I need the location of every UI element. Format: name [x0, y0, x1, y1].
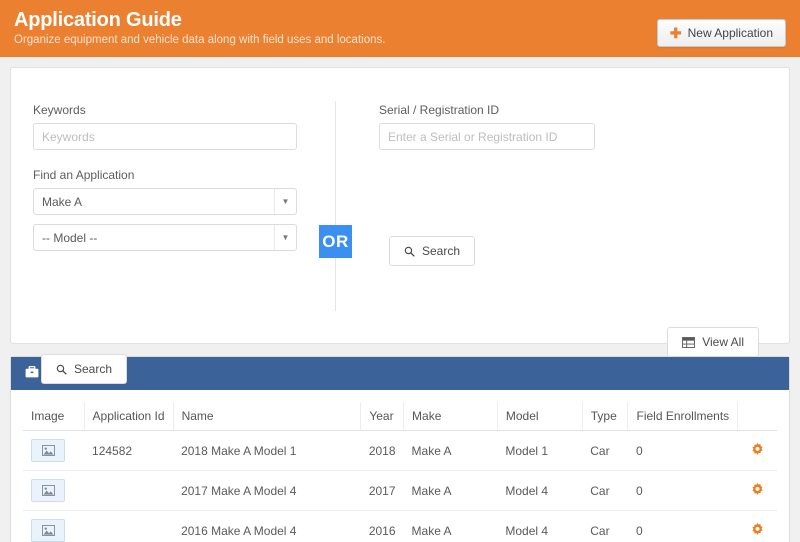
- keywords-input[interactable]: [33, 123, 297, 150]
- keywords-label: Keywords: [33, 103, 86, 117]
- image-placeholder-icon[interactable]: [31, 479, 65, 502]
- keyword-search-label: Search: [74, 362, 113, 376]
- view-all-label: View All: [702, 335, 744, 349]
- applications-panel-header: Applications: [11, 357, 789, 390]
- serial-search-label: Search: [422, 244, 461, 258]
- search-panel: Keywords Find an Application Make A ▼ --…: [10, 67, 790, 384]
- column-header-make[interactable]: Make: [403, 402, 498, 431]
- image-placeholder-icon[interactable]: [31, 439, 65, 462]
- applications-panel: Applications Image Application Id Name Y…: [10, 356, 790, 542]
- model-select[interactable]: -- Model -- ▼: [33, 224, 297, 251]
- table-header-row: Image Application Id Name Year Make Mode…: [23, 402, 777, 431]
- new-application-button[interactable]: ✚ New Application: [656, 19, 786, 47]
- plus-icon: ✚: [669, 25, 682, 41]
- column-header-type[interactable]: Type: [582, 402, 629, 431]
- cell-make: Make A: [403, 510, 498, 542]
- cell-name: 2016 Make A Model 4: [173, 510, 361, 542]
- applications-table: Image Application Id Name Year Make Mode…: [23, 402, 777, 542]
- column-header-actions: [737, 402, 777, 431]
- cell-type: Car: [582, 510, 628, 542]
- search-icon: [56, 364, 67, 375]
- cell-field-enrollments[interactable]: 0: [627, 470, 738, 511]
- cell-model: Model 1: [497, 430, 583, 471]
- serial-input[interactable]: [379, 123, 595, 150]
- cell-field-enrollments[interactable]: 0: [627, 430, 738, 471]
- column-header-field-enrollments[interactable]: Field Enrollments: [627, 402, 739, 431]
- or-badge: OR: [319, 225, 352, 258]
- cell-application-id: [84, 470, 174, 511]
- cell-model: Model 4: [497, 510, 583, 542]
- column-header-application-id[interactable]: Application Id: [84, 402, 174, 431]
- column-header-image[interactable]: Image: [23, 402, 85, 431]
- table-row[interactable]: 2016 Make A Model 4 2016 Make A Model 4 …: [23, 510, 777, 542]
- image-placeholder-icon[interactable]: [31, 519, 65, 542]
- model-select-value: -- Model --: [42, 230, 98, 245]
- cell-application-id: [84, 510, 174, 542]
- table-row[interactable]: 2017 Make A Model 4 2017 Make A Model 4 …: [23, 470, 777, 511]
- column-header-model[interactable]: Model: [497, 402, 583, 431]
- search-left-column: Keywords Find an Application Make A ▼ --…: [33, 103, 297, 260]
- gear-icon[interactable]: [750, 442, 765, 460]
- app-header: Application Guide Organize equipment and…: [0, 0, 800, 57]
- cell-name: 2017 Make A Model 4: [173, 470, 361, 511]
- make-select-value: Make A: [42, 194, 83, 209]
- cell-type: Car: [582, 470, 628, 511]
- serial-label: Serial / Registration ID: [379, 103, 500, 117]
- keyword-search-button[interactable]: Search: [41, 354, 128, 384]
- chevron-down-icon: ▼: [274, 189, 296, 214]
- find-application-label: Find an Application: [33, 168, 135, 182]
- cell-make: Make A: [403, 470, 498, 511]
- new-application-label: New Application: [687, 26, 773, 40]
- applications-table-head: Image Application Id Name Year Make Mode…: [23, 402, 777, 431]
- applications-table-container: Image Application Id Name Year Make Mode…: [11, 390, 789, 542]
- cell-image: [23, 470, 85, 511]
- gear-icon[interactable]: [750, 522, 765, 540]
- cell-model: Model 4: [497, 470, 583, 511]
- column-header-year[interactable]: Year: [360, 402, 405, 431]
- chevron-down-icon: ▼: [274, 225, 296, 250]
- column-header-name[interactable]: Name: [173, 402, 362, 431]
- cell-year: 2016: [360, 510, 404, 542]
- search-right-column: Serial / Registration ID: [379, 103, 595, 150]
- view-all-button[interactable]: View All: [667, 327, 759, 357]
- search-icon: [404, 246, 415, 257]
- cell-actions: [737, 430, 777, 471]
- cell-year: 2018: [360, 430, 404, 471]
- serial-search-button[interactable]: Search: [389, 236, 476, 266]
- briefcase-icon: [25, 366, 39, 381]
- cell-type: Car: [582, 430, 628, 471]
- cell-application-id: 124582: [84, 430, 174, 471]
- cell-field-enrollments[interactable]: 0: [627, 510, 738, 542]
- table-icon: [682, 336, 696, 348]
- or-divider: [335, 101, 336, 311]
- cell-actions: [737, 510, 777, 542]
- cell-make: Make A: [403, 430, 498, 471]
- cell-image: [23, 510, 85, 542]
- gear-icon[interactable]: [750, 482, 765, 500]
- cell-name: 2018 Make A Model 1: [173, 430, 361, 471]
- cell-actions: [737, 470, 777, 511]
- applications-table-body: 124582 2018 Make A Model 1 2018 Make A M…: [23, 430, 777, 542]
- make-select[interactable]: Make A ▼: [33, 188, 297, 215]
- cell-image: [23, 430, 85, 471]
- cell-year: 2017: [360, 470, 404, 511]
- table-row[interactable]: 124582 2018 Make A Model 1 2018 Make A M…: [23, 430, 777, 471]
